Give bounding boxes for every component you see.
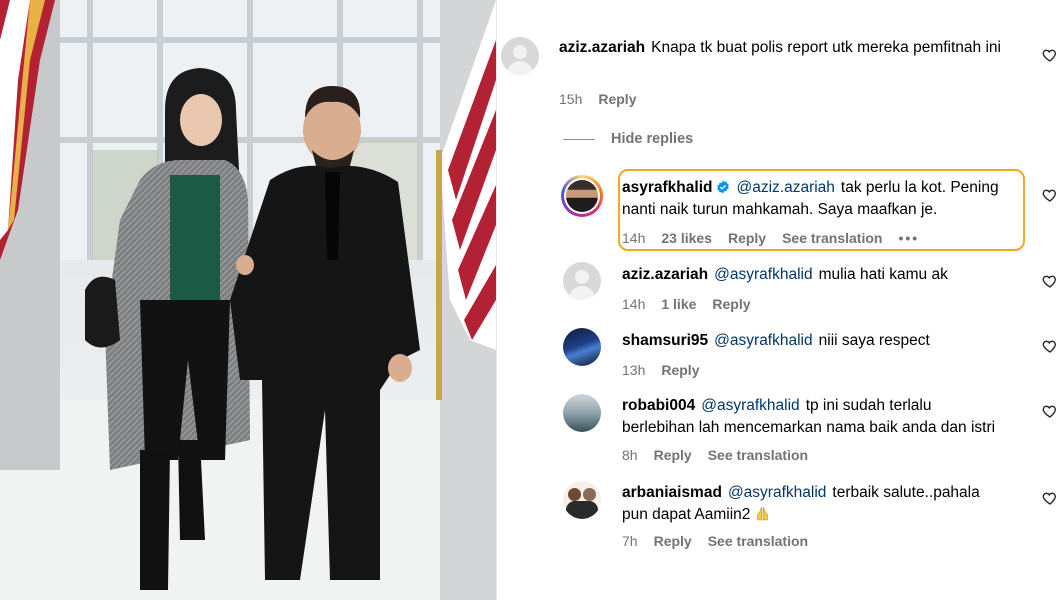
verified-badge-icon xyxy=(717,180,730,194)
see-translation-button[interactable]: See translation xyxy=(708,447,808,463)
comments-panel: aziz.azariah Knapa tk buat polis report u… xyxy=(497,0,1060,600)
reply-body: mulia hati kamu ak xyxy=(818,266,948,283)
mention-link[interactable]: @asyrafkhalid xyxy=(728,484,826,501)
reply-button[interactable]: Reply xyxy=(598,91,636,107)
reply-text: arbaniaismad @asyrafkhalid terbaik salute.… xyxy=(622,482,1022,526)
see-translation-button[interactable]: See translation xyxy=(782,230,882,246)
reply-meta: 13h Reply xyxy=(622,362,699,378)
mention-link[interactable]: @asyrafkhalid xyxy=(714,332,812,349)
mention-link[interactable]: @asyrafkhalid xyxy=(714,266,812,283)
avatar[interactable] xyxy=(501,37,539,75)
like-heart-icon[interactable] xyxy=(1042,338,1058,354)
likes-count[interactable]: 23 likes xyxy=(661,230,712,246)
reply-text: robabi004 @asyrafkhalid tp ini sudah terla… xyxy=(622,395,1042,439)
comment-time[interactable]: 15h xyxy=(559,91,582,107)
reply-body: niii saya respect xyxy=(818,332,930,349)
username[interactable]: robabi004 xyxy=(622,397,695,414)
reply-time[interactable]: 7h xyxy=(622,533,638,549)
like-heart-icon[interactable] xyxy=(1042,47,1058,63)
reply-body-line1: tak perlu la kot. Pening xyxy=(840,179,999,196)
hide-replies-line xyxy=(563,138,595,140)
reply-meta: 7h Reply See translation xyxy=(622,533,808,549)
username[interactable]: shamsuri95 xyxy=(622,332,708,349)
avatar[interactable] xyxy=(563,394,601,432)
username[interactable]: asyrafkhalid xyxy=(622,179,712,196)
avatar[interactable] xyxy=(563,481,601,519)
more-options-icon[interactable]: ••• xyxy=(898,230,919,246)
username[interactable]: arbaniaismad xyxy=(622,484,722,501)
reply-button[interactable]: Reply xyxy=(661,362,699,378)
comment-body: Knapa tk buat polis report utk mereka pe… xyxy=(651,39,1001,56)
post-photo xyxy=(0,0,496,600)
avatar-photo xyxy=(568,488,581,501)
reply-button[interactable]: Reply xyxy=(654,447,692,463)
reply-body-line2: berlebihan lah mencemarkan nama baik and… xyxy=(622,419,996,436)
like-heart-icon[interactable] xyxy=(1042,187,1058,203)
likes-count[interactable]: 1 like xyxy=(661,296,696,312)
reply-time[interactable]: 8h xyxy=(622,447,638,463)
like-heart-icon[interactable] xyxy=(1042,273,1058,289)
mention-link[interactable]: @asyrafkhalid xyxy=(701,397,799,414)
reply-button[interactable]: Reply xyxy=(654,533,692,549)
mention-link[interactable]: @aziz.azariah xyxy=(736,179,834,196)
reply-meta: 8h Reply See translation xyxy=(622,447,808,463)
reply-button[interactable]: Reply xyxy=(728,230,766,246)
reply-body-line2: nanti naik turun mahkamah. Saya maafkan … xyxy=(622,201,938,218)
avatar[interactable] xyxy=(563,328,601,366)
reply-body-line1: tp ini sudah terlalu xyxy=(805,397,932,414)
username[interactable]: aziz.azariah xyxy=(622,266,708,283)
photo-illustration xyxy=(0,0,496,600)
avatar[interactable] xyxy=(563,262,601,300)
praying-hands-icon xyxy=(757,506,769,521)
avatar[interactable] xyxy=(561,175,603,217)
reply-time[interactable]: 13h xyxy=(622,362,645,378)
like-heart-icon[interactable] xyxy=(1042,403,1058,419)
like-heart-icon[interactable] xyxy=(1042,490,1058,506)
reply-button[interactable]: Reply xyxy=(712,296,750,312)
comment-meta: 15h Reply xyxy=(559,91,636,107)
reply-time[interactable]: 14h xyxy=(622,296,645,312)
reply-text: shamsuri95 @asyrafkhalid niii saya respect xyxy=(622,330,1022,352)
reply-body-line2: pun dapat Aamiin2 xyxy=(622,506,751,523)
reply-time[interactable]: 14h xyxy=(622,230,645,246)
hide-replies-label: Hide replies xyxy=(611,131,694,147)
username[interactable]: aziz.azariah xyxy=(559,39,645,56)
reply-meta: 14h 23 likes Reply See translation ••• xyxy=(622,230,919,246)
avatar-photo xyxy=(564,178,600,214)
reply-text: asyrafkhalid @aziz.azariah tak perlu la ko… xyxy=(622,177,1022,221)
see-translation-button[interactable]: See translation xyxy=(708,533,808,549)
hide-replies-button[interactable]: Hide replies xyxy=(563,131,693,147)
reply-text: aziz.azariah @asyrafkhalid mulia hati kamu… xyxy=(622,264,1022,286)
reply-meta: 14h 1 like Reply xyxy=(622,296,751,312)
reply-body-line1: terbaik salute..pahala xyxy=(832,484,980,501)
comment-text: aziz.azariah Knapa tk buat polis report u… xyxy=(559,37,1009,59)
